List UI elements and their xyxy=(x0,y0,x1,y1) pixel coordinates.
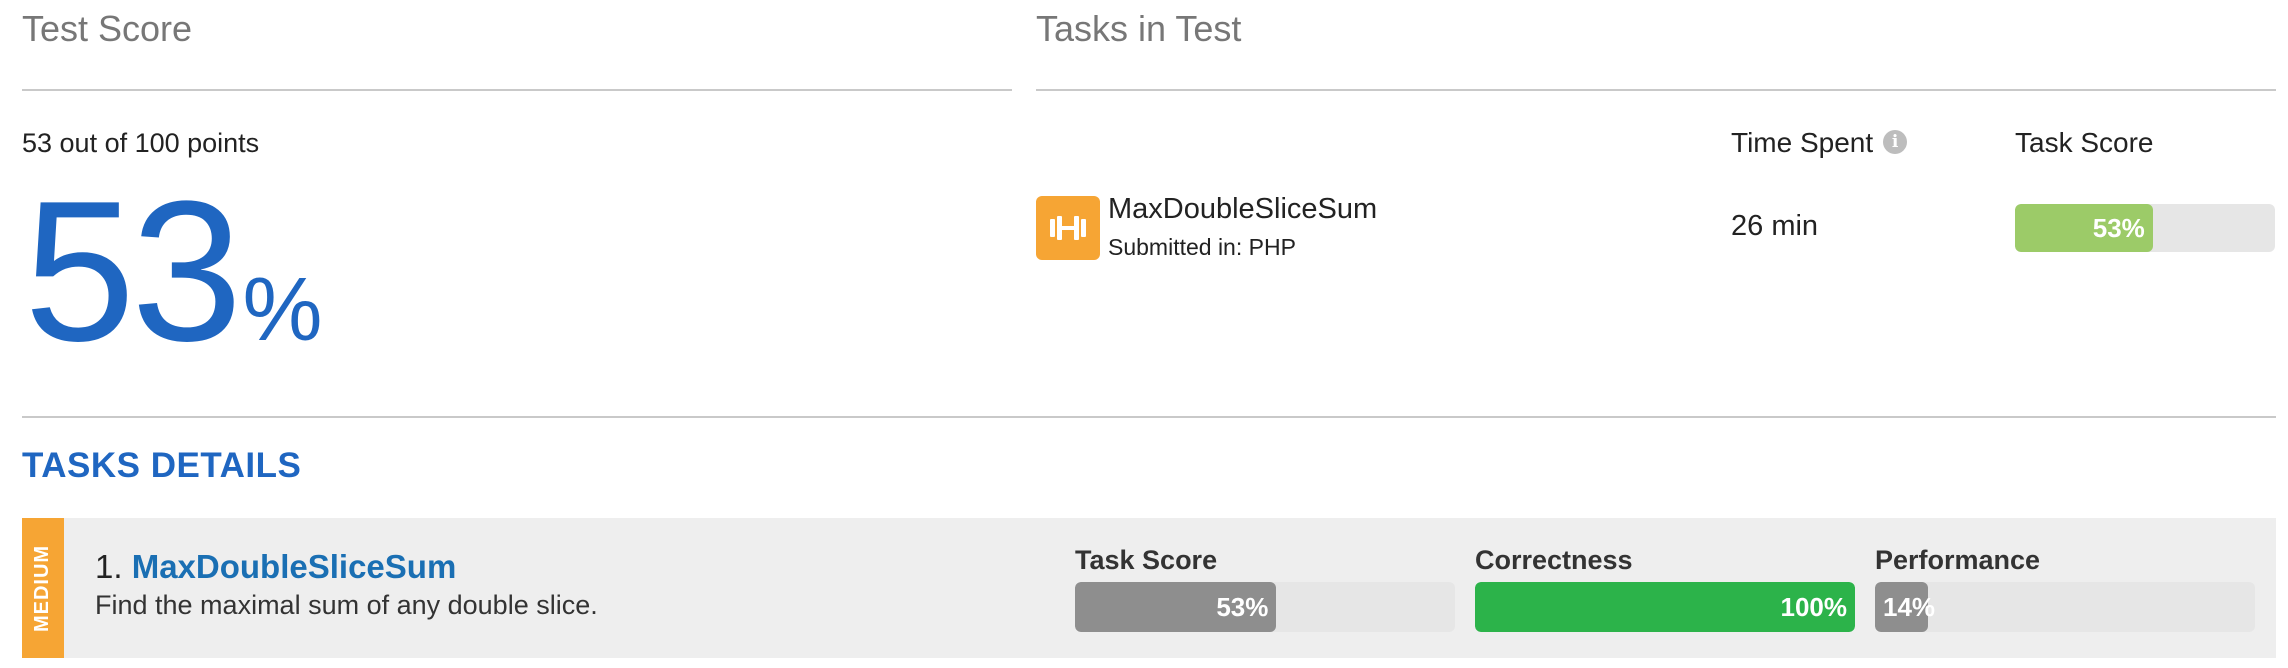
points-summary: 53 out of 100 points xyxy=(22,128,260,158)
metric-correctness-value: 100% xyxy=(1780,591,1848,622)
metric-performance-label: Performance xyxy=(1875,545,2041,575)
task-detail-title: 1. MaxDoubleSliceSum xyxy=(95,548,456,586)
task-score-bar-fill: 53% xyxy=(2015,204,2153,252)
task-description: Find the maximal sum of any double slice… xyxy=(95,590,598,620)
info-icon[interactable]: i xyxy=(1883,130,1908,154)
time-spent-header: Time Spent i xyxy=(1731,127,1908,159)
difficulty-badge: MEDIUM xyxy=(22,518,64,658)
test-score-divider xyxy=(22,89,1012,91)
metric-correctness-fill: 100% xyxy=(1475,582,1855,632)
metric-task-score-fill: 53% xyxy=(1075,582,1277,632)
task-number: 1. xyxy=(95,548,123,585)
metric-correctness-bar: 100% xyxy=(1475,582,1855,632)
submitted-language: Submitted in: PHP xyxy=(1108,234,1296,260)
tasks-details-heading: TASKS DETAILS xyxy=(22,446,302,485)
metric-task-score-value: 53% xyxy=(1216,591,1269,622)
tasks-in-test-divider xyxy=(1036,89,2276,91)
tasks-in-test-heading: Tasks in Test xyxy=(1036,8,1242,49)
metric-performance-bar: 14% xyxy=(1875,582,2255,632)
metric-task-score-bar: 53% xyxy=(1075,582,1455,632)
task-detail-card: MEDIUM 1. MaxDoubleSliceSum Find the max… xyxy=(22,518,2276,658)
score-percent-sign: % xyxy=(242,260,323,360)
test-score-heading: Test Score xyxy=(22,8,193,49)
time-spent-value: 26 min xyxy=(1731,210,1819,242)
task-score-bar-label: 53% xyxy=(2092,212,2145,243)
difficulty-label: MEDIUM xyxy=(31,544,54,632)
big-score: 53% xyxy=(24,172,323,372)
metric-correctness-label: Correctness xyxy=(1475,545,1633,575)
metric-performance-fill: 14% xyxy=(1875,582,1935,632)
task-score-bar: 53% xyxy=(2015,204,2275,252)
task-name-link[interactable]: MaxDoubleSliceSum xyxy=(1108,193,1377,226)
details-divider xyxy=(22,416,2276,418)
metric-task-score-label: Task Score xyxy=(1075,545,1218,575)
score-percent-value: 53 xyxy=(24,160,242,383)
dumbbell-icon xyxy=(1036,196,1100,260)
task-score-header: Task Score xyxy=(2015,127,2154,158)
task-detail-link[interactable]: MaxDoubleSliceSum xyxy=(132,548,457,585)
metric-performance-value: 14% xyxy=(1883,591,1936,622)
time-spent-label: Time Spent xyxy=(1731,127,1874,158)
